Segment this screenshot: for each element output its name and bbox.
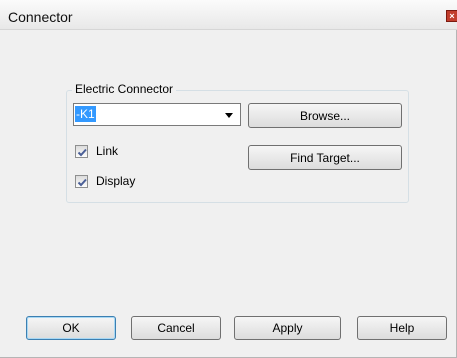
checkmark-icon (77, 178, 87, 186)
checkmark-icon (77, 148, 87, 156)
ok-button[interactable]: OK (26, 316, 116, 340)
group-label: Electric Connector (72, 82, 177, 96)
apply-button[interactable]: Apply (234, 316, 341, 340)
browse-button[interactable]: Browse... (248, 103, 402, 128)
link-label: Link (96, 144, 119, 158)
display-checkbox[interactable] (75, 174, 88, 188)
window-title: Connector (8, 9, 73, 25)
title-bar[interactable]: Connector × (0, 0, 457, 30)
link-checkbox-row[interactable]: Link (75, 144, 118, 158)
display-label: Display (96, 174, 136, 188)
display-checkbox-row[interactable]: Display (75, 174, 135, 188)
link-checkbox[interactable] (75, 144, 88, 158)
help-button[interactable]: Help (357, 316, 447, 340)
find-target-button[interactable]: Find Target... (248, 145, 402, 170)
close-icon[interactable]: × (446, 10, 457, 22)
connector-select-value: -K1 (75, 106, 96, 122)
connector-dialog: Connector × Electric Connector -K1 Brows… (0, 0, 457, 358)
cancel-button[interactable]: Cancel (131, 316, 221, 340)
dropdown-arrow-icon[interactable] (221, 108, 237, 122)
connector-select[interactable]: -K1 (73, 103, 241, 126)
